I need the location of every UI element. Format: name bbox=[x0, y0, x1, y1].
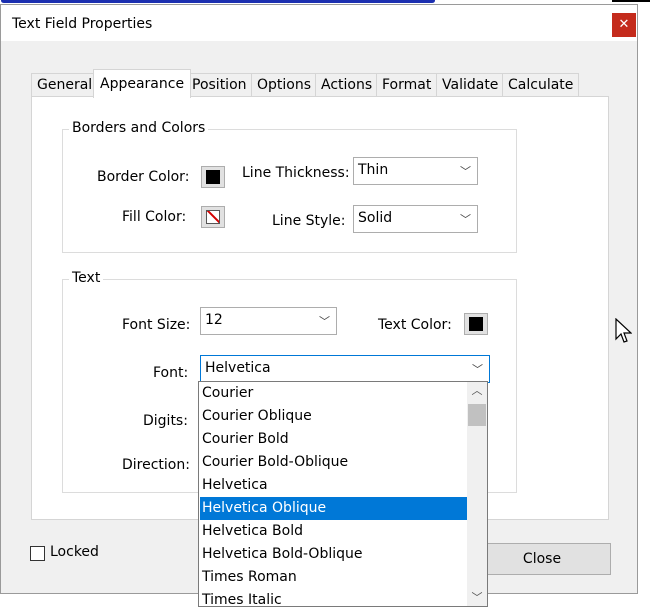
font-size-select[interactable]: 12 ﹀ bbox=[200, 307, 337, 335]
fill-color-label: Fill Color: bbox=[122, 209, 187, 225]
font-option[interactable]: Times Roman bbox=[200, 566, 468, 589]
border-color-fill bbox=[206, 170, 220, 184]
dialog-title: Text Field Properties bbox=[12, 16, 153, 32]
chevron-down-icon: ﹀ bbox=[472, 363, 483, 376]
borders-and-colors-label: Borders and Colors bbox=[69, 120, 209, 136]
font-option[interactable]: Helvetica bbox=[200, 474, 468, 497]
font-option[interactable]: Courier Bold-Oblique bbox=[200, 451, 468, 474]
line-thickness-select[interactable]: Thin ﹀ bbox=[353, 157, 478, 185]
chevron-down-icon: ﹀ bbox=[460, 165, 471, 178]
locked-checkbox[interactable] bbox=[30, 546, 45, 561]
tab-general[interactable]: General bbox=[31, 73, 99, 96]
background-line bbox=[612, 0, 650, 2]
dropdown-scrollbar[interactable]: ︿ ﹀ bbox=[467, 382, 487, 606]
font-option[interactable]: Courier Bold bbox=[200, 428, 468, 451]
line-thickness-value: Thin bbox=[358, 162, 389, 178]
fill-color-swatch[interactable] bbox=[201, 206, 225, 228]
font-select[interactable]: Helvetica ﹀ bbox=[200, 355, 490, 383]
text-color-swatch[interactable] bbox=[464, 313, 488, 335]
tab-appearance[interactable]: Appearance bbox=[93, 69, 192, 98]
line-style-label: Line Style: bbox=[272, 213, 346, 229]
text-color-fill bbox=[469, 317, 483, 331]
scroll-thumb[interactable] bbox=[468, 404, 486, 426]
font-label: Font: bbox=[153, 365, 189, 381]
line-style-value: Solid bbox=[358, 210, 393, 226]
locked-label: Locked bbox=[50, 544, 99, 560]
digits-label: Digits: bbox=[143, 413, 188, 429]
tab-calculate[interactable]: Calculate bbox=[502, 73, 580, 96]
tab-options[interactable]: Options bbox=[251, 73, 318, 96]
font-size-value: 12 bbox=[205, 312, 223, 328]
text-group-label: Text bbox=[69, 270, 104, 286]
title-bar: Text Field Properties ✕ bbox=[1, 5, 637, 41]
font-option[interactable]: Courier bbox=[200, 382, 468, 405]
close-icon[interactable]: ✕ bbox=[612, 13, 636, 37]
tab-actions[interactable]: Actions bbox=[315, 73, 379, 96]
font-dropdown-list: Courier Courier Oblique Courier Bold Cou… bbox=[198, 381, 488, 607]
scroll-up-icon[interactable]: ︿ bbox=[467, 382, 487, 399]
selected-field-outline bbox=[1, 0, 435, 3]
line-style-select[interactable]: Solid ﹀ bbox=[353, 205, 478, 233]
font-option[interactable]: Helvetica Bold bbox=[200, 520, 468, 543]
tab-position[interactable]: Position bbox=[186, 73, 253, 96]
close-button[interactable]: Close bbox=[473, 543, 611, 575]
tab-validate[interactable]: Validate bbox=[436, 73, 505, 96]
border-color-swatch[interactable] bbox=[201, 166, 225, 188]
font-option[interactable]: Times Italic bbox=[200, 589, 468, 606]
font-value: Helvetica bbox=[205, 360, 271, 376]
chevron-down-icon: ﹀ bbox=[460, 213, 471, 226]
mouse-cursor-icon bbox=[615, 318, 632, 343]
font-size-label: Font Size: bbox=[122, 317, 191, 333]
font-option[interactable]: Helvetica Bold-Oblique bbox=[200, 543, 468, 566]
tab-format[interactable]: Format bbox=[376, 73, 438, 96]
scroll-down-icon[interactable]: ﹀ bbox=[467, 589, 487, 606]
font-option-highlighted[interactable]: Helvetica Oblique bbox=[200, 497, 468, 520]
line-thickness-label: Line Thickness: bbox=[242, 165, 350, 181]
no-color-icon bbox=[206, 210, 220, 224]
text-color-label: Text Color: bbox=[378, 317, 452, 333]
chevron-down-icon: ﹀ bbox=[319, 315, 330, 328]
borders-and-colors-group: Borders and Colors Border Color: Fill Co… bbox=[62, 120, 517, 253]
direction-label: Direction: bbox=[122, 457, 190, 473]
border-color-label: Border Color: bbox=[97, 169, 190, 185]
font-option[interactable]: Courier Oblique bbox=[200, 405, 468, 428]
